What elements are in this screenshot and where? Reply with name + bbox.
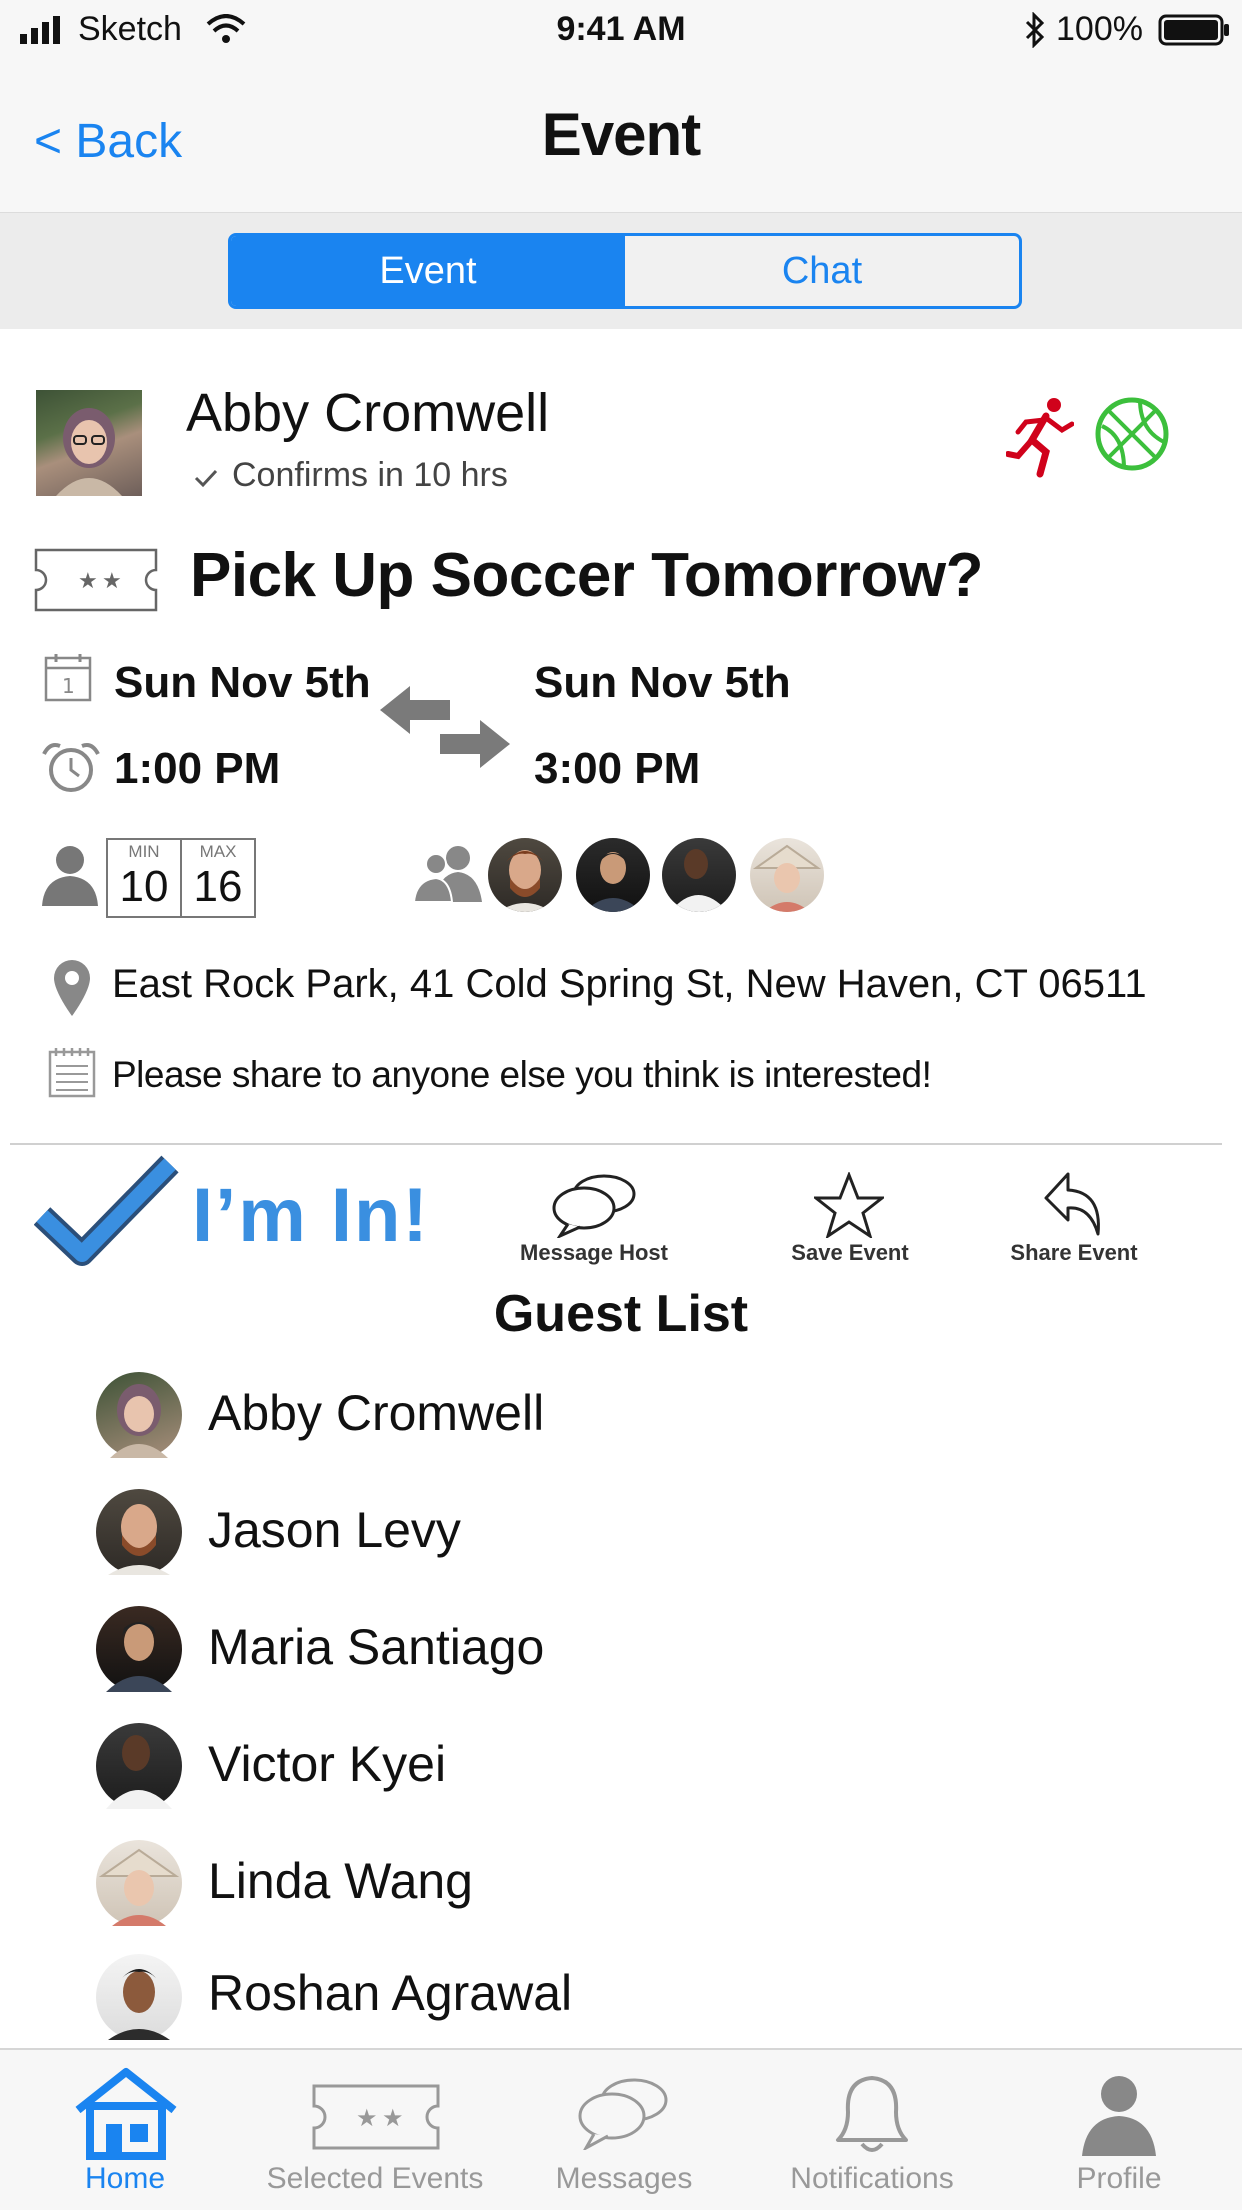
host-avatar[interactable]	[36, 390, 142, 496]
attendee-avatar[interactable]	[750, 838, 824, 912]
notepad-icon	[48, 1048, 96, 1098]
share-event-label: Share Event	[1010, 1240, 1138, 1265]
home-icon	[75, 2068, 177, 2160]
event-location[interactable]: East Rock Park, 41 Cold Spring St, New H…	[112, 962, 1147, 1007]
guest-name: Victor Kyei	[208, 1736, 447, 1792]
list-item[interactable]: Victor Kyei	[0, 1721, 1242, 1817]
alarm-clock-icon	[42, 743, 100, 792]
save-event-button[interactable]: Save Event	[750, 1172, 950, 1268]
svg-text:★: ★	[356, 2104, 378, 2132]
battery-icon	[1158, 14, 1229, 46]
avatar	[96, 1372, 182, 1458]
attendee-avatar[interactable]	[576, 838, 650, 912]
ticket-icon: ★ ★	[312, 2084, 440, 2150]
star-icon	[814, 1172, 884, 1238]
tab-home[interactable]: Home	[0, 2050, 250, 2208]
avatar	[96, 1606, 182, 1692]
svg-text:★: ★	[102, 569, 122, 594]
avatar	[96, 1489, 182, 1575]
list-item[interactable]: Jason Levy	[0, 1487, 1242, 1583]
message-host-button[interactable]: Message Host	[494, 1172, 694, 1268]
event-title: Pick Up Soccer Tomorrow?	[190, 541, 984, 610]
svg-text:1: 1	[62, 674, 75, 698]
status-bar: Sketch 9:41 AM 100%	[0, 0, 1242, 64]
tab-chat[interactable]: Chat	[625, 236, 1019, 306]
end-time: 3:00 PM	[534, 744, 701, 793]
min-value: 10	[119, 862, 169, 911]
battery-percent: 100%	[1056, 10, 1143, 48]
ticket-icon: ★ ★	[34, 548, 158, 612]
guest-name: Linda Wang	[208, 1853, 473, 1909]
calendar-icon: 1	[44, 654, 92, 702]
end-date: Sun Nov 5th	[534, 658, 791, 707]
max-value: 16	[193, 862, 243, 911]
divider	[10, 1143, 1222, 1145]
guest-name: Maria Santiago	[208, 1619, 545, 1675]
share-event-button[interactable]: Share Event	[974, 1170, 1174, 1268]
tab-profile[interactable]: Profile	[996, 2050, 1242, 2208]
swap-arrows-icon	[380, 686, 510, 768]
capacity-box: MIN 10 MAX 16	[106, 838, 256, 918]
host-portrait	[56, 408, 122, 496]
start-date: Sun Nov 5th	[114, 658, 371, 707]
location-pin-icon	[54, 960, 90, 1016]
bell-icon	[836, 2076, 908, 2152]
message-host-label: Message Host	[520, 1240, 668, 1265]
max-label: MAX	[199, 842, 237, 861]
running-icon	[1006, 398, 1074, 478]
tab-event[interactable]: Event	[231, 236, 625, 306]
tab-label: Messages	[555, 2162, 693, 2195]
guest-list-title: Guest List	[493, 1285, 749, 1343]
im-in-button[interactable]: I’m In!	[192, 1172, 430, 1259]
page-title: Event	[541, 101, 701, 168]
chat-bubbles-icon	[578, 2078, 668, 2150]
min-label: MIN	[128, 842, 160, 861]
tab-messages[interactable]: Messages	[500, 2050, 748, 2208]
segmented-control-bar: Event Chat	[0, 213, 1242, 329]
list-item[interactable]: Linda Wang	[0, 1838, 1242, 1934]
guest-name: Roshan Agrawal	[208, 1965, 573, 2021]
tab-label: Profile	[1076, 2162, 1162, 2195]
navigation-bar: < Back Event	[0, 64, 1242, 213]
checkmark-icon[interactable]	[34, 1154, 180, 1270]
list-item[interactable]: Abby Cromwell	[0, 1370, 1242, 1466]
segmented-control: Event Chat	[228, 233, 1022, 309]
tab-label: Home	[84, 2162, 166, 2195]
avatar	[96, 1954, 182, 2040]
tab-label: Selected Events	[266, 2162, 484, 2195]
start-time: 1:00 PM	[114, 744, 281, 793]
avatar	[96, 1840, 182, 1926]
basketball-icon	[1095, 397, 1169, 471]
guest-name: Jason Levy	[208, 1502, 461, 1558]
tab-selected-events[interactable]: ★ ★ Selected Events	[250, 2050, 500, 2208]
svg-text:★: ★	[78, 569, 98, 594]
attendee-avatar[interactable]	[488, 838, 562, 912]
svg-text:★: ★	[382, 2104, 404, 2132]
chat-bubbles-icon	[552, 1174, 636, 1238]
attendee-avatar[interactable]	[662, 838, 736, 912]
tab-bar: Home ★ ★ Selected Events Messages Notifi…	[0, 2048, 1242, 2210]
profile-icon	[1082, 2076, 1156, 2156]
list-item[interactable]: Roshan Agrawal	[0, 1952, 1242, 2048]
bluetooth-icon	[1025, 12, 1045, 48]
share-arrow-icon	[1044, 1172, 1100, 1236]
guest-name: Abby Cromwell	[208, 1385, 545, 1441]
save-event-label: Save Event	[791, 1240, 909, 1265]
check-icon	[194, 469, 218, 488]
list-item[interactable]: Maria Santiago	[0, 1604, 1242, 1700]
group-icon	[412, 846, 482, 903]
avatar	[96, 1723, 182, 1809]
confirm-status: Confirms in 10 hrs	[232, 456, 508, 494]
event-note: Please share to anyone else you think is…	[112, 1054, 932, 1095]
host-name[interactable]: Abby Cromwell	[186, 382, 549, 444]
person-icon	[42, 846, 98, 906]
tab-label: Notifications	[790, 2162, 954, 2195]
tab-notifications[interactable]: Notifications	[748, 2050, 996, 2208]
